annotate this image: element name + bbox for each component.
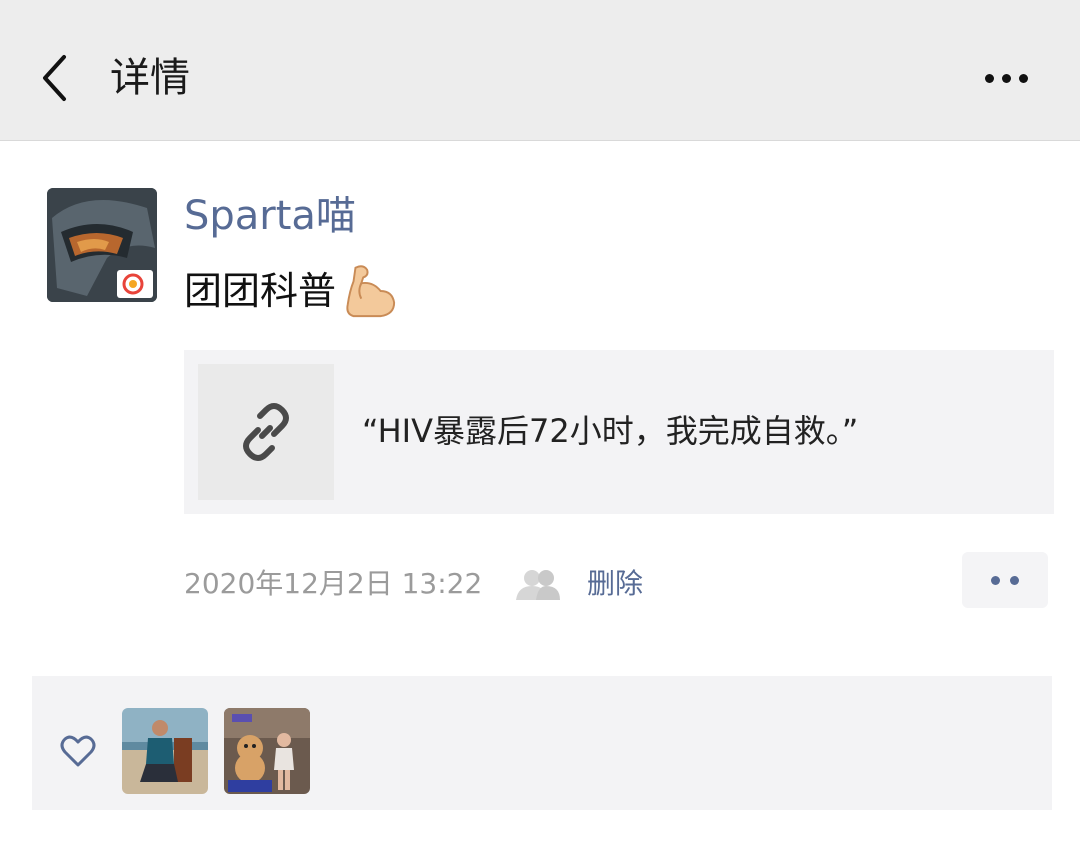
link-icon [243, 403, 289, 461]
delete-button[interactable]: 删除 [587, 564, 643, 604]
more-dots-icon [984, 73, 994, 83]
chevron-left-icon [43, 55, 66, 101]
flexed-biceps-icon [346, 265, 396, 318]
liker-avatar[interactable] [224, 708, 310, 794]
link-thumbnail [198, 364, 334, 500]
shared-link-card[interactable]: “HIV暴露后72小时，我完成自救。” [184, 350, 1054, 514]
post-content: 团团科普 [184, 262, 398, 320]
post-text: 团团科普 [184, 269, 337, 313]
poster-name[interactable]: Sparta喵 [184, 190, 356, 242]
more-dot [1018, 73, 1028, 83]
page-title: 详情 [110, 55, 190, 101]
back-button[interactable] [30, 48, 80, 108]
comment-more-button[interactable] [962, 552, 1048, 608]
comment-more-icon [991, 575, 1000, 585]
liker-avatar[interactable] [122, 708, 208, 794]
people-icon[interactable] [514, 568, 562, 602]
likes-panel [32, 676, 1052, 810]
more-dot [1001, 73, 1011, 83]
link-title: “HIV暴露后72小时，我完成自救。” [362, 412, 859, 450]
post-timestamp: 2020年12月2日 13:22 [184, 567, 483, 600]
comment-more-dot [1010, 575, 1019, 585]
heart-icon [60, 735, 96, 767]
poster-avatar[interactable] [47, 188, 157, 302]
more-button[interactable] [976, 60, 1036, 96]
nav-bar: 详情 [0, 0, 1080, 141]
